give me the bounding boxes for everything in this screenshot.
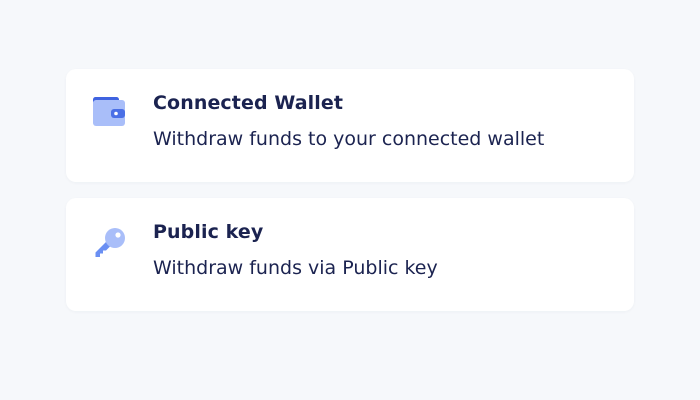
withdraw-options-list: Connected Wallet Withdraw funds to your … xyxy=(66,69,634,311)
option-description: Withdraw funds to your connected wallet xyxy=(153,128,545,150)
option-title: Connected Wallet xyxy=(153,92,344,114)
option-title: Public key xyxy=(153,221,264,243)
wallet-icon xyxy=(92,95,128,131)
public-key-option[interactable]: Public key Withdraw funds via Public key xyxy=(66,198,634,311)
connected-wallet-option[interactable]: Connected Wallet Withdraw funds to your … xyxy=(66,69,634,182)
key-icon xyxy=(92,224,128,260)
option-description: Withdraw funds via Public key xyxy=(153,257,438,279)
